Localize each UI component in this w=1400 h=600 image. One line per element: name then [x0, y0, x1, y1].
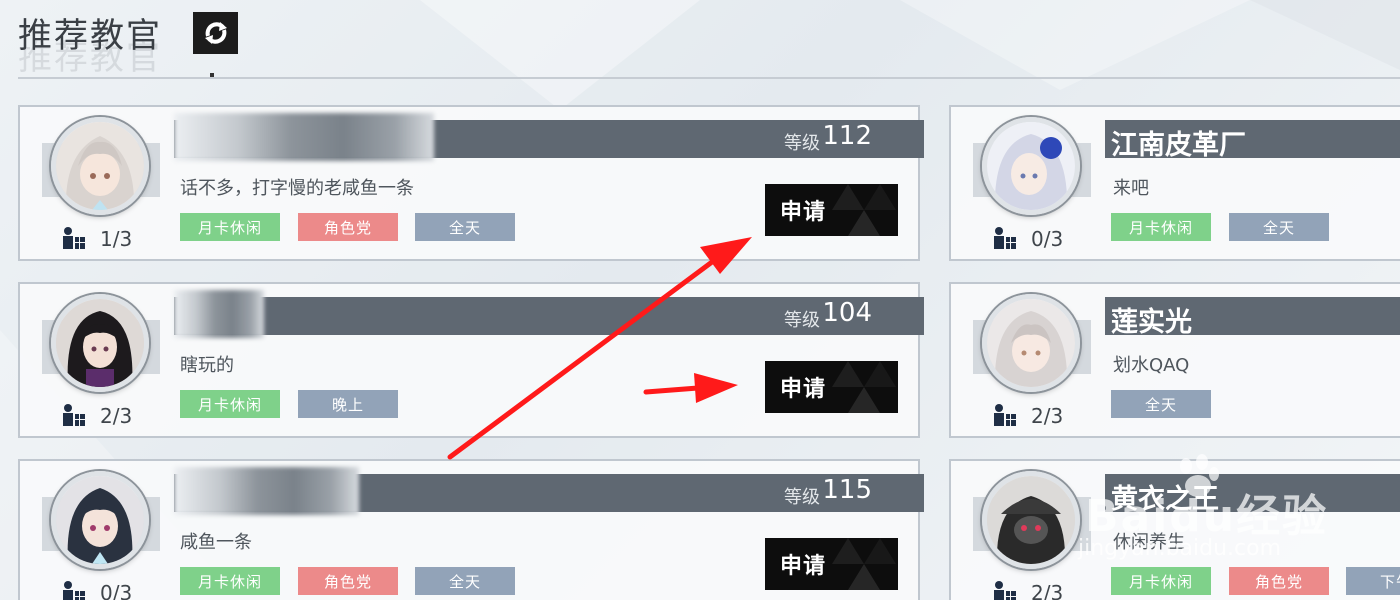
- members-icon: [63, 227, 85, 249]
- page-title: 推荐教官: [18, 16, 162, 56]
- level-value: 115: [822, 475, 872, 505]
- apply-decoration-icon: [832, 538, 896, 590]
- refresh-icon: [204, 22, 227, 44]
- tag-badge: 月卡休闲: [180, 567, 280, 595]
- instructor-bio: 话不多，打字慢的老咸鱼一条: [180, 178, 414, 199]
- level-label: 等级: [784, 310, 820, 331]
- instructor-name: 江南皮革厂: [1111, 130, 1246, 161]
- avatar: [982, 294, 1080, 392]
- tag-badge: 全天: [1229, 213, 1329, 241]
- level-label: 等级: [784, 133, 820, 154]
- instructor-card: 0/3 江南皮革厂 来吧 月卡休闲 全天: [949, 105, 1400, 261]
- level-value: 112: [822, 121, 872, 151]
- members-icon: [994, 227, 1016, 249]
- tag-badge: 角色党: [298, 213, 398, 241]
- member-count: 2/3: [1031, 404, 1064, 428]
- avatar: [982, 117, 1080, 215]
- member-count: 0/3: [100, 581, 133, 600]
- watermark-url: jingyan.baidu.com: [1078, 536, 1282, 561]
- member-count: 2/3: [1031, 581, 1064, 600]
- instructor-card: 2/3 等级 104 瞎玩的 月卡休闲 晚上 申请: [18, 282, 924, 438]
- instructor-card: 0/3 等级 115 咸鱼一条 月卡休闲 角色党 全天 申请: [18, 459, 924, 600]
- avatar: [51, 471, 149, 569]
- apply-button[interactable]: 申请: [765, 361, 898, 413]
- redacted-name: [174, 113, 434, 161]
- avatar: [51, 294, 149, 392]
- members-icon: [994, 581, 1016, 600]
- members-icon: [63, 404, 85, 426]
- level-label: 等级: [784, 487, 820, 508]
- apply-button[interactable]: 申请: [765, 538, 898, 590]
- tag-badge: 下午: [1346, 567, 1400, 595]
- tag-badge: 全天: [415, 213, 515, 241]
- member-count: 1/3: [100, 227, 133, 251]
- members-icon: [63, 581, 85, 600]
- tag-badge: 月卡休闲: [180, 213, 280, 241]
- tag-badge: 月卡休闲: [180, 390, 280, 418]
- tag-badge: 全天: [415, 567, 515, 595]
- instructor-bio: 划水QAQ: [1113, 355, 1190, 376]
- member-count: 2/3: [100, 404, 133, 428]
- instructor-name: 莲实光: [1111, 307, 1192, 338]
- member-count: 0/3: [1031, 227, 1064, 251]
- tag-badge: 角色党: [1229, 567, 1329, 595]
- refresh-button[interactable]: [193, 12, 238, 54]
- redacted-name: [174, 467, 359, 515]
- tag-badge: 晚上: [298, 390, 398, 418]
- level-value: 104: [822, 298, 872, 328]
- apply-decoration-icon: [832, 184, 896, 236]
- tag-badge: 全天: [1111, 390, 1211, 418]
- tag-badge: 月卡休闲: [1111, 213, 1211, 241]
- avatar: [51, 117, 149, 215]
- instructor-card: 1/3 等级 112 话不多，打字慢的老咸鱼一条 月卡休闲 角色党 全天 申请: [18, 105, 924, 261]
- redacted-name: [174, 290, 264, 338]
- watermark-logo: Baidu经验: [1085, 491, 1329, 542]
- instructor-card: 2/3 莲实光 划水QAQ 全天: [949, 282, 1400, 438]
- apply-decoration-icon: [832, 361, 896, 413]
- tag-badge: 角色党: [298, 567, 398, 595]
- members-icon: [994, 404, 1016, 426]
- instructor-bio: 咸鱼一条: [180, 532, 252, 553]
- instructor-bio: 来吧: [1113, 178, 1149, 199]
- header-divider: [18, 77, 1400, 79]
- tag-badge: 月卡休闲: [1111, 567, 1211, 595]
- instructor-bio: 瞎玩的: [180, 355, 234, 376]
- apply-button[interactable]: 申请: [765, 184, 898, 236]
- avatar: [982, 471, 1080, 569]
